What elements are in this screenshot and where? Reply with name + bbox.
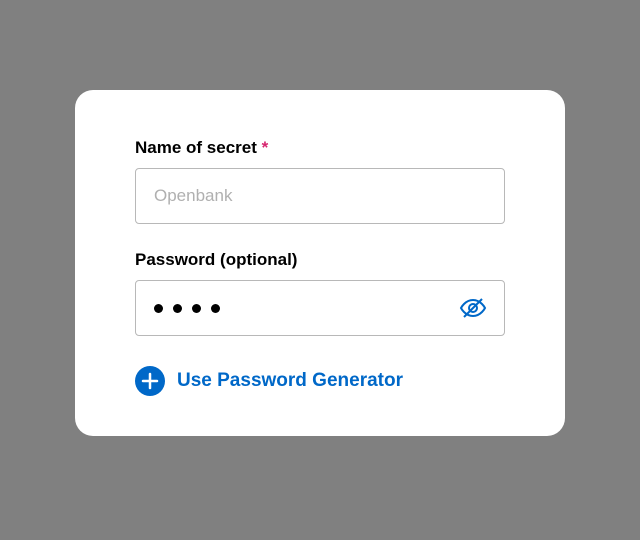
mask-dot xyxy=(192,304,201,313)
password-label: Password (optional) xyxy=(135,250,505,270)
plus-icon xyxy=(135,366,165,396)
password-generator-button[interactable]: Use Password Generator xyxy=(135,366,403,396)
name-input-wrap xyxy=(135,168,505,224)
required-indicator: * xyxy=(262,138,269,157)
mask-dot xyxy=(211,304,220,313)
password-field-group: Password (optional) xyxy=(135,250,505,336)
password-input[interactable] xyxy=(135,280,505,336)
eye-off-icon xyxy=(459,297,487,319)
name-input[interactable] xyxy=(135,168,505,224)
name-label-text: Name of secret xyxy=(135,138,257,157)
mask-dot xyxy=(154,304,163,313)
toggle-visibility-button[interactable] xyxy=(455,293,491,323)
name-label: Name of secret * xyxy=(135,138,505,158)
secret-form-card: Name of secret * Password (optional) xyxy=(75,90,565,436)
password-input-wrap xyxy=(135,280,505,336)
name-field-group: Name of secret * xyxy=(135,138,505,224)
mask-dot xyxy=(173,304,182,313)
generator-label: Use Password Generator xyxy=(177,370,403,392)
